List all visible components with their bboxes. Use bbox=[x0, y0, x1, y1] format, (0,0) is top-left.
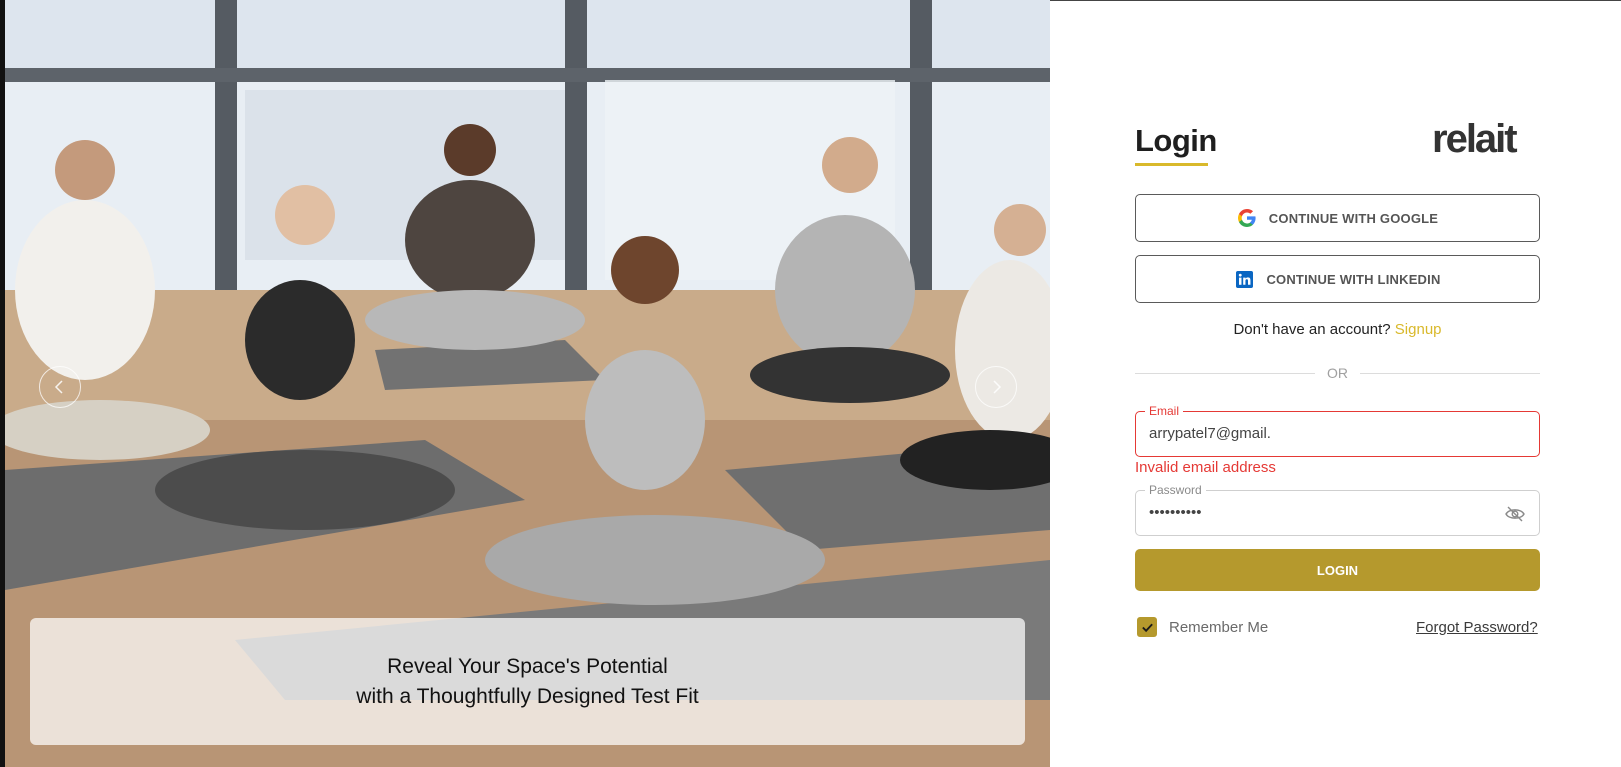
password-input[interactable] bbox=[1149, 504, 1509, 521]
relait-logo: relait bbox=[1432, 119, 1519, 161]
page-title: Login bbox=[1135, 123, 1217, 158]
email-field: Email bbox=[1135, 404, 1540, 457]
carousel-prev-button[interactable] bbox=[39, 366, 81, 408]
login-page: Reveal Your Space's Potential with a Tho… bbox=[0, 0, 1621, 767]
check-icon[interactable] bbox=[1137, 617, 1157, 637]
divider-line-left bbox=[1135, 372, 1315, 374]
signup-link[interactable]: Signup bbox=[1395, 321, 1442, 338]
forgot-password-link[interactable]: Forgot Password? bbox=[1416, 619, 1538, 636]
google-icon bbox=[1237, 208, 1257, 228]
email-input[interactable] bbox=[1149, 425, 1509, 442]
google-button-label: CONTINUE WITH GOOGLE bbox=[1268, 210, 1439, 226]
linkedin-button-label: CONTINUE WITH LINKEDIN bbox=[1266, 271, 1441, 287]
remember-me-label: Remember Me bbox=[1169, 618, 1269, 636]
divider-line-right bbox=[1360, 372, 1540, 374]
login-panel: Login relait CONTINUE WITH GOOGLE CONTIN… bbox=[1050, 0, 1621, 767]
hero-image-panel: Reveal Your Space's Potential with a Tho… bbox=[0, 0, 1050, 767]
title-underline bbox=[1135, 163, 1208, 166]
signup-prompt: Don't have an account? Signup bbox=[1135, 321, 1540, 338]
chevron-left-icon bbox=[54, 380, 63, 394]
email-label: Email bbox=[1145, 404, 1184, 418]
or-divider: OR bbox=[1135, 365, 1540, 381]
password-field: Password bbox=[1135, 483, 1540, 536]
carousel-next-button[interactable] bbox=[975, 366, 1017, 408]
eye-off-icon[interactable] bbox=[1505, 505, 1525, 523]
hero-caption-card: Reveal Your Space's Potential with a Tho… bbox=[30, 618, 1025, 745]
hero-caption-line-1: Reveal Your Space's Potential bbox=[387, 654, 668, 678]
password-label: Password bbox=[1145, 483, 1206, 497]
login-button[interactable]: LOGIN bbox=[1135, 549, 1540, 591]
signup-prompt-text: Don't have an account? bbox=[1233, 321, 1391, 338]
chevron-right-icon bbox=[993, 380, 1002, 394]
svg-text:relait: relait bbox=[1432, 119, 1517, 161]
email-error-message: Invalid email address bbox=[1135, 459, 1276, 476]
continue-with-google-button[interactable]: CONTINUE WITH GOOGLE bbox=[1135, 194, 1540, 242]
continue-with-linkedin-button[interactable]: CONTINUE WITH LINKEDIN bbox=[1135, 255, 1540, 303]
remember-me-checkbox[interactable]: Remember Me bbox=[1137, 617, 1268, 637]
hero-caption-line-2: with a Thoughtfully Designed Test Fit bbox=[356, 684, 699, 708]
linkedin-icon bbox=[1234, 269, 1254, 289]
or-text: OR bbox=[1327, 365, 1348, 381]
